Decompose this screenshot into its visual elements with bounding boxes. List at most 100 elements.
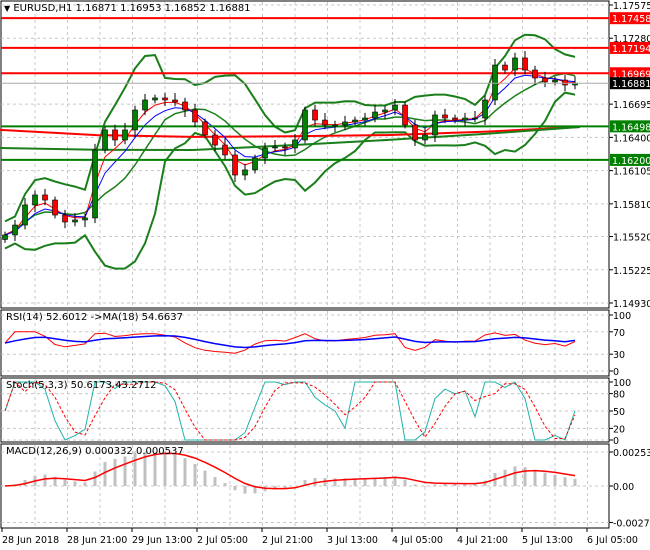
stoch-label: Stoch(5,3,3) 50.6173 43.2712 <box>6 380 157 391</box>
candle-body <box>322 119 328 126</box>
candle-body <box>562 79 568 86</box>
x-tick-label: 29 Jun 13:00 <box>132 535 192 546</box>
y-tick-label: 1.16400 <box>613 133 650 144</box>
candle-body <box>162 97 168 101</box>
candle-body <box>72 219 78 223</box>
candle-body <box>482 99 488 119</box>
candle-body <box>52 199 58 216</box>
candle-body <box>172 99 178 103</box>
y-tick-label: 1.15810 <box>613 200 650 211</box>
chart-canvas[interactable]: 28 Jun 2018 28 Jun 21:00 29 Jun 13:00 2 Jul… <box>0 0 650 550</box>
x-tick-label: 28 Jun 21:00 <box>67 535 127 546</box>
candle-body <box>412 124 418 141</box>
y-tick-label: 1.15225 <box>613 266 650 277</box>
candle-body <box>392 104 398 111</box>
y-tick-label: 0.00 <box>613 482 634 493</box>
candle-body <box>82 217 88 221</box>
candle-body <box>302 109 308 141</box>
candle-body <box>22 204 28 226</box>
y-tick-label: 0 <box>613 367 619 378</box>
y-tick-label: 80 <box>613 390 625 401</box>
candle-body <box>462 117 468 121</box>
x-tick-label: 6 Jul 05:00 <box>587 535 638 546</box>
candle-body <box>192 109 198 123</box>
candle-body <box>202 121 208 136</box>
y-tick-label: 1.15520 <box>613 233 650 244</box>
x-tick-label: 3 Jul 13:00 <box>327 535 378 546</box>
x-tick-label: 2 Jul 21:00 <box>262 535 313 546</box>
candle-body <box>262 147 268 159</box>
candle-body <box>12 224 18 236</box>
open-value: 1.16871 <box>75 3 117 14</box>
y-tick-label: 70 <box>613 328 625 339</box>
candle-body <box>282 146 288 149</box>
candle-body <box>452 117 458 121</box>
candle-body <box>352 119 358 123</box>
candle-body <box>42 194 48 201</box>
y-tick-label: 1.16105 <box>613 167 650 178</box>
candle-body <box>102 129 108 151</box>
x-tick-label: 4 Jul 05:00 <box>392 535 443 546</box>
candle-body <box>472 117 478 120</box>
symbol-label: EURUSD,H1 <box>13 3 73 14</box>
candle-body <box>372 111 378 119</box>
candle-body <box>62 214 68 223</box>
candle-body <box>292 139 298 149</box>
triangle-down-icon[interactable]: ▼ <box>4 4 10 13</box>
candle-body <box>122 129 128 141</box>
candle-body <box>242 169 248 176</box>
candle-body <box>152 97 158 101</box>
level-price-label: 1.16498 <box>612 122 650 133</box>
candle-body <box>332 124 338 127</box>
candle-body <box>502 64 508 71</box>
candle-body <box>312 109 318 121</box>
y-tick-label: 0.002539 <box>613 448 650 459</box>
candle-body <box>512 57 518 71</box>
chart-window: 28 Jun 2018 28 Jun 21:00 29 Jun 13:00 2 Jul… <box>0 0 650 550</box>
current-price-label: 1.16881 <box>612 79 650 90</box>
candle-body <box>92 149 98 219</box>
candle-body <box>432 114 438 136</box>
candle-body <box>272 146 278 149</box>
candle-body <box>362 117 368 121</box>
level-price-label: 1.16200 <box>612 156 650 167</box>
candle-body <box>142 99 148 111</box>
y-tick-label: 100 <box>613 378 631 389</box>
candle-body <box>182 101 188 111</box>
candle-body <box>532 69 538 79</box>
y-tick-label: 1.17575 <box>613 1 650 12</box>
level-price-label: 1.17194 <box>612 44 650 55</box>
macd-label: MACD(12,26,9) 0.000332 0.000537 <box>6 446 184 457</box>
chart-header: ▼ EURUSD,H1 1.16871 1.16953 1.16852 1.16… <box>4 3 251 14</box>
candle-body <box>552 79 558 83</box>
candle-body <box>132 109 138 131</box>
y-tick-label: 50 <box>613 407 625 418</box>
level-price-label: 1.17458 <box>612 14 650 25</box>
candle-body <box>402 104 408 126</box>
candle-body <box>382 109 388 113</box>
low-value: 1.16852 <box>164 3 206 14</box>
candle-body <box>492 64 498 101</box>
candle-body <box>212 134 218 146</box>
candle-body <box>522 57 528 71</box>
close-value: 1.16881 <box>209 3 251 14</box>
candle-body <box>442 114 448 119</box>
candle-body <box>542 77 548 83</box>
x-tick-label: 4 Jul 21:00 <box>457 535 508 546</box>
y-tick-label: 20 <box>613 424 625 435</box>
candle-body <box>32 194 38 206</box>
candle-body <box>2 234 8 240</box>
candle-body <box>222 144 228 156</box>
y-tick-label: 1.16695 <box>613 100 650 111</box>
y-tick-label: 30 <box>613 350 625 361</box>
y-tick-label: 100 <box>613 311 631 322</box>
candle-body <box>112 129 118 141</box>
candle-body <box>342 121 348 126</box>
candle-body <box>422 134 428 141</box>
y-tick-label: -0.002723 <box>613 518 650 529</box>
x-tick-label: 28 Jun 2018 <box>2 535 59 546</box>
candle-body <box>252 157 258 171</box>
x-tick-label: 5 Jul 13:00 <box>522 535 573 546</box>
rsi-label: RSI(14) 52.6012 ->MA(18) 54.6637 <box>6 312 183 323</box>
y-tick-label: 0 <box>613 436 619 447</box>
